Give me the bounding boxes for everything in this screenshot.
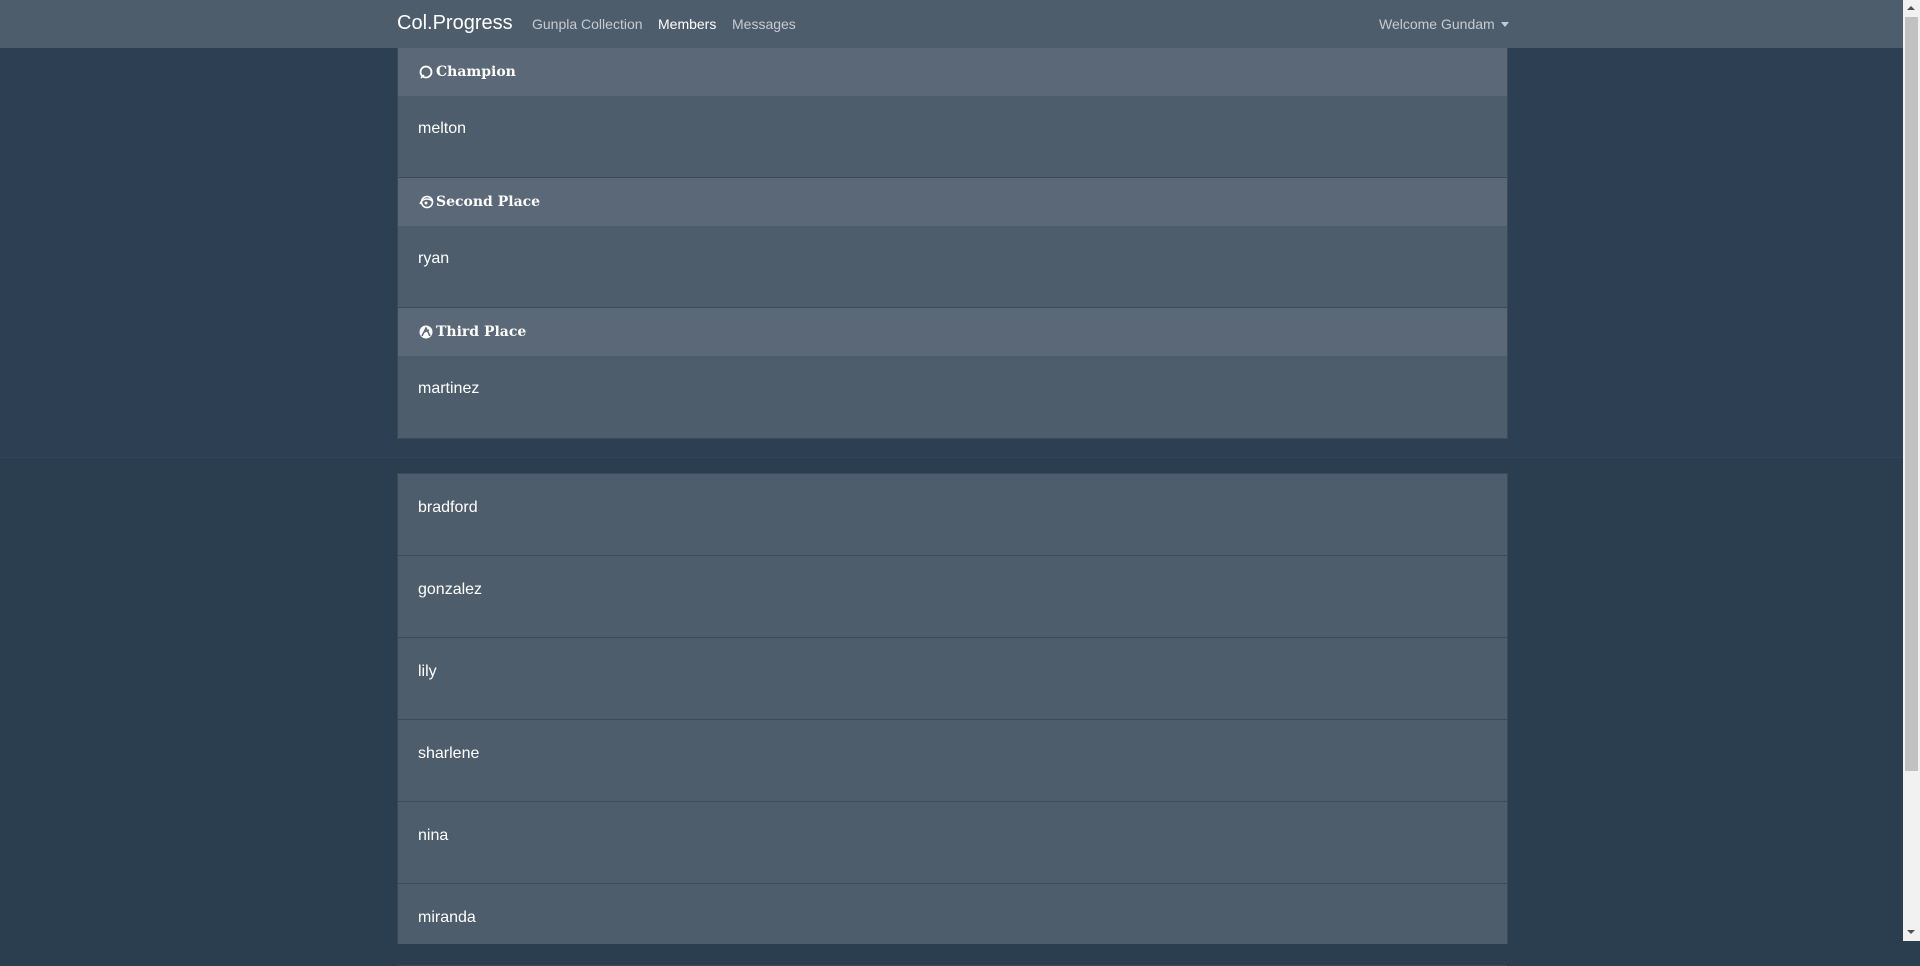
list-item[interactable]: lily [398, 638, 1507, 720]
member-name[interactable]: melton [418, 120, 466, 137]
member-name[interactable]: ryan [418, 250, 449, 267]
rank-title: Champion [436, 64, 516, 80]
list-item[interactable]: miranda [398, 884, 1507, 966]
list-item[interactable]: sharlene [398, 720, 1507, 802]
rank-title: Third Place [436, 324, 527, 340]
page-scrollbar[interactable] [1903, 0, 1920, 941]
list-item[interactable]: bradford [398, 474, 1507, 556]
rank-member-second: ryan [398, 226, 1507, 308]
orbit-icon [419, 195, 434, 209]
list-item[interactable]: gonzalez [398, 556, 1507, 638]
user-dropdown-label: Welcome Gundam [1379, 16, 1495, 32]
top-navbar: Col.Progress Gunpla Collection Members M… [0, 0, 1903, 48]
ring-icon [419, 65, 433, 79]
user-dropdown[interactable]: Welcome Gundam [1379, 16, 1509, 32]
rank-member-champion: melton [398, 96, 1507, 178]
list-item[interactable]: nina [398, 802, 1507, 884]
brand-logo[interactable]: Col.Progress [397, 12, 513, 35]
rank-member-third: martinez [398, 356, 1507, 438]
nav-link-messages[interactable]: Messages [732, 16, 796, 32]
rank-header-second: Second Place [398, 178, 1507, 226]
scrollbar-thumb[interactable] [1905, 17, 1918, 771]
members-list: bradford gonzalez lily sharlene nina mir… [397, 473, 1508, 966]
nav-link-gunpla-collection[interactable]: Gunpla Collection [532, 16, 643, 32]
caret-down-icon [1500, 22, 1509, 27]
rank-header-third: Third Place [398, 308, 1507, 356]
member-name[interactable]: martinez [418, 380, 479, 397]
emblem-icon [419, 325, 433, 339]
scroll-up-icon[interactable] [1907, 6, 1915, 10]
rank-title: Second Place [436, 194, 541, 210]
ranking-card: Champion melton Second Place ryan Third … [397, 48, 1508, 439]
nav-link-members[interactable]: Members [658, 16, 716, 32]
rank-header-champion: Champion [398, 48, 1507, 96]
scroll-down-icon[interactable] [1907, 930, 1915, 934]
